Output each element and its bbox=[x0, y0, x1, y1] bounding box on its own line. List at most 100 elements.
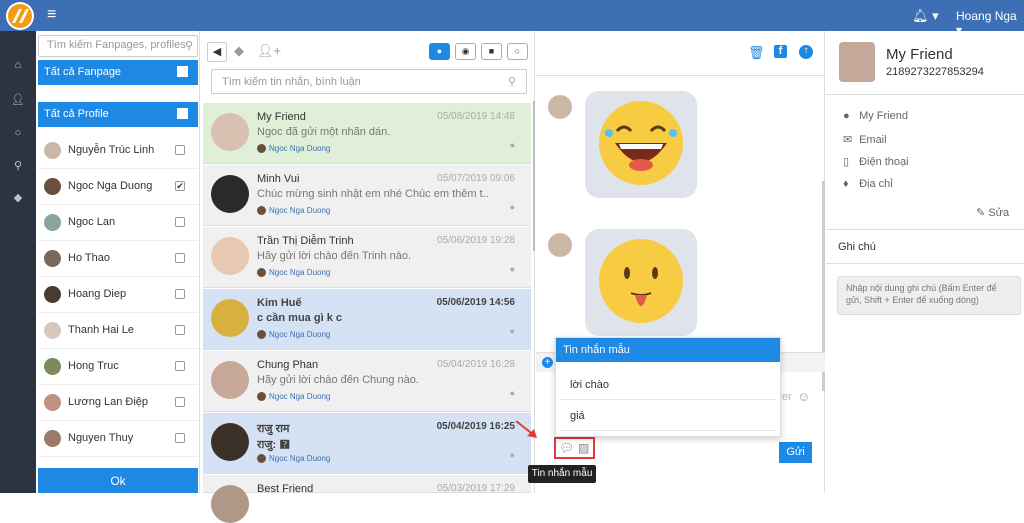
conversation-page-name: Ngoc Nga Duong bbox=[269, 268, 331, 277]
filter-comments-button[interactable]: ■ bbox=[481, 43, 502, 60]
tags-icon[interactable]: ◆ bbox=[0, 191, 36, 204]
profile-row[interactable]: Ngoc Lan bbox=[38, 205, 198, 241]
filter-unread-button[interactable]: ◉ bbox=[455, 43, 476, 60]
avatar bbox=[211, 113, 249, 151]
message-input[interactable]: er bbox=[782, 391, 792, 403]
avatar bbox=[44, 286, 61, 303]
profile-row[interactable]: Ngoc Nga Duong ✔ bbox=[38, 169, 198, 205]
profile-name: Thanh Hai Le bbox=[68, 324, 135, 336]
email-icon: ✉ bbox=[843, 134, 853, 146]
contact-id: 2189273227853294 bbox=[886, 66, 984, 78]
image-icon[interactable]: ▨ bbox=[578, 441, 589, 455]
profile-row[interactable]: Nguyen Thuy bbox=[38, 421, 198, 457]
all-profile-header[interactable]: Tất cả Profile bbox=[38, 102, 198, 127]
send-button[interactable]: Gửi bbox=[779, 442, 812, 463]
add-icon[interactable]: + bbox=[542, 357, 553, 368]
conversation-page-name: Ngoc Nga Duong bbox=[269, 206, 331, 215]
avatar bbox=[44, 394, 61, 411]
profiles-search-input[interactable]: Tìm kiếm Fanpages, profiles ⚲ bbox=[38, 35, 198, 57]
profile-row[interactable]: Lương Lan Điệp bbox=[38, 385, 198, 421]
top-bar: ≡ 🔔︎ ▾ Hoang Nga ▾ bbox=[0, 0, 1024, 37]
avatar bbox=[211, 485, 249, 523]
message-icon: ● bbox=[509, 388, 515, 398]
conversation-item[interactable]: राजु राम 05/04/2019 16:25 राजु: 🯄 Ngoc N… bbox=[203, 413, 531, 474]
profile-name: Nguyễn Trúc Linh bbox=[68, 144, 155, 156]
bell-icon[interactable]: 🔔︎ ▾ bbox=[912, 8, 939, 24]
highlight-box: 💬︎ ▨ bbox=[554, 437, 595, 459]
profile-checkbox[interactable] bbox=[175, 145, 185, 155]
profile-checkbox[interactable] bbox=[175, 361, 185, 371]
laughing-face-icon bbox=[599, 101, 683, 185]
filter-messages-button[interactable]: ● bbox=[429, 43, 450, 60]
location-icon: ♦ bbox=[843, 178, 849, 190]
home-icon[interactable]: ⌂ bbox=[0, 59, 36, 71]
conversation-item[interactable]: Chung Phan 05/04/2019 16:28 Hãy gửi lời … bbox=[203, 351, 531, 412]
conversation-item[interactable]: Best Friend 05/03/2019 17:29 bbox=[203, 475, 531, 523]
conversation-item[interactable]: Kim Huế 05/06/2019 14:56 c cần mua gì k … bbox=[203, 289, 531, 350]
sticker-tongue bbox=[585, 229, 697, 336]
template-message-icon[interactable]: 💬︎ bbox=[559, 441, 574, 455]
profile-row[interactable]: Ho Thao bbox=[38, 241, 198, 277]
scrollbar[interactable] bbox=[533, 101, 535, 251]
profile-row[interactable]: Hong Truc bbox=[38, 349, 198, 385]
template-item-price[interactable]: giá bbox=[570, 410, 585, 422]
profiles-search-placeholder: Tìm kiếm Fanpages, profiles bbox=[47, 39, 186, 51]
conversation-search-input[interactable]: Tìm kiếm tin nhắn, bình luận ⚲ bbox=[211, 69, 527, 94]
contact-name: My Friend bbox=[886, 46, 953, 63]
emoji-icon[interactable]: ☺ bbox=[797, 389, 810, 404]
tooltip: Tin nhắn mẫu bbox=[528, 465, 596, 483]
profile-row[interactable]: Hoang Diep bbox=[38, 277, 198, 313]
all-fanpage-checkbox[interactable] bbox=[177, 66, 188, 77]
conversation-name: My Friend bbox=[257, 111, 306, 123]
edit-button[interactable]: ✎ Sửa bbox=[976, 206, 1009, 219]
back-button[interactable]: ◀ bbox=[207, 42, 227, 62]
sticker-laughing bbox=[585, 91, 697, 198]
app-logo[interactable] bbox=[2, 1, 38, 31]
menu-icon[interactable]: ≡ bbox=[47, 7, 56, 23]
avatar bbox=[211, 237, 249, 275]
avatar bbox=[211, 361, 249, 399]
profile-row[interactable]: Nguyễn Trúc Linh bbox=[38, 133, 198, 169]
filter-other-button[interactable]: ○ bbox=[507, 43, 528, 60]
conversation-item[interactable]: Minh Vui 05/07/2019 09:06 Chúc mừng sinh… bbox=[203, 165, 531, 226]
conversation-preview: Chúc mừng sinh nhật em nhé Chúc em thêm … bbox=[257, 188, 489, 200]
conversation-item[interactable]: My Friend 05/08/2019 14:48 Ngoc đã gửi m… bbox=[203, 103, 531, 164]
paperclip-icon[interactable]: ⚲ bbox=[0, 159, 36, 172]
conversation-item[interactable]: Trần Thị Diễm Trinh 05/06/2019 19:28 Hãy… bbox=[203, 227, 531, 288]
avatar bbox=[44, 250, 61, 267]
conversation-page: Ngoc Nga Duong bbox=[257, 206, 331, 216]
avatar bbox=[839, 42, 875, 82]
profile-checkbox[interactable]: ✔ bbox=[175, 181, 185, 191]
user-icon[interactable]: 👤︎ bbox=[0, 93, 36, 106]
tags-icon[interactable]: ◆ bbox=[234, 43, 244, 59]
add-user-icon[interactable]: 👤︎+ bbox=[257, 43, 281, 59]
conversation-preview: Hãy gửi lời chào đến Chung nào. bbox=[257, 374, 419, 386]
avatar bbox=[211, 175, 249, 213]
profile-name: Hong Truc bbox=[68, 360, 119, 372]
notes-input[interactable]: Nhập nội dung ghi chú (Bấm Enter để gửi,… bbox=[837, 276, 1021, 315]
edit-label: Sửa bbox=[988, 207, 1010, 219]
profile-checkbox[interactable] bbox=[175, 217, 185, 227]
template-dropdown-title: Tin nhắn mẫu bbox=[556, 338, 780, 362]
conversation-page-name: Ngoc Nga Duong bbox=[269, 392, 331, 401]
profile-checkbox[interactable] bbox=[175, 289, 185, 299]
profile-checkbox[interactable] bbox=[175, 433, 185, 443]
chat-icon[interactable]: ○ bbox=[0, 127, 36, 139]
all-fanpage-header[interactable]: Tất cả Fanpage bbox=[38, 60, 198, 85]
profile-checkbox[interactable] bbox=[175, 397, 185, 407]
upload-icon[interactable]: ↑ bbox=[799, 45, 813, 59]
all-profile-checkbox[interactable] bbox=[177, 108, 188, 119]
ok-button[interactable]: Ok bbox=[38, 468, 198, 493]
profile-checkbox[interactable] bbox=[175, 253, 185, 263]
message-icon: ● bbox=[509, 140, 515, 150]
notes-title: Ghi chú bbox=[838, 241, 876, 253]
profile-row[interactable]: Thanh Hai Le bbox=[38, 313, 198, 349]
divider bbox=[560, 399, 776, 400]
profile-name: Nguyen Thuy bbox=[68, 432, 134, 444]
conversation-preview: राजु: 🯄 bbox=[257, 439, 291, 451]
template-item-greeting[interactable]: lời chào bbox=[570, 379, 609, 391]
profile-checkbox[interactable] bbox=[175, 325, 185, 335]
conversation-page: Ngoc Nga Duong bbox=[257, 268, 331, 278]
trash-icon[interactable]: 🗑︎ bbox=[748, 45, 765, 61]
facebook-icon[interactable]: f bbox=[774, 45, 787, 58]
